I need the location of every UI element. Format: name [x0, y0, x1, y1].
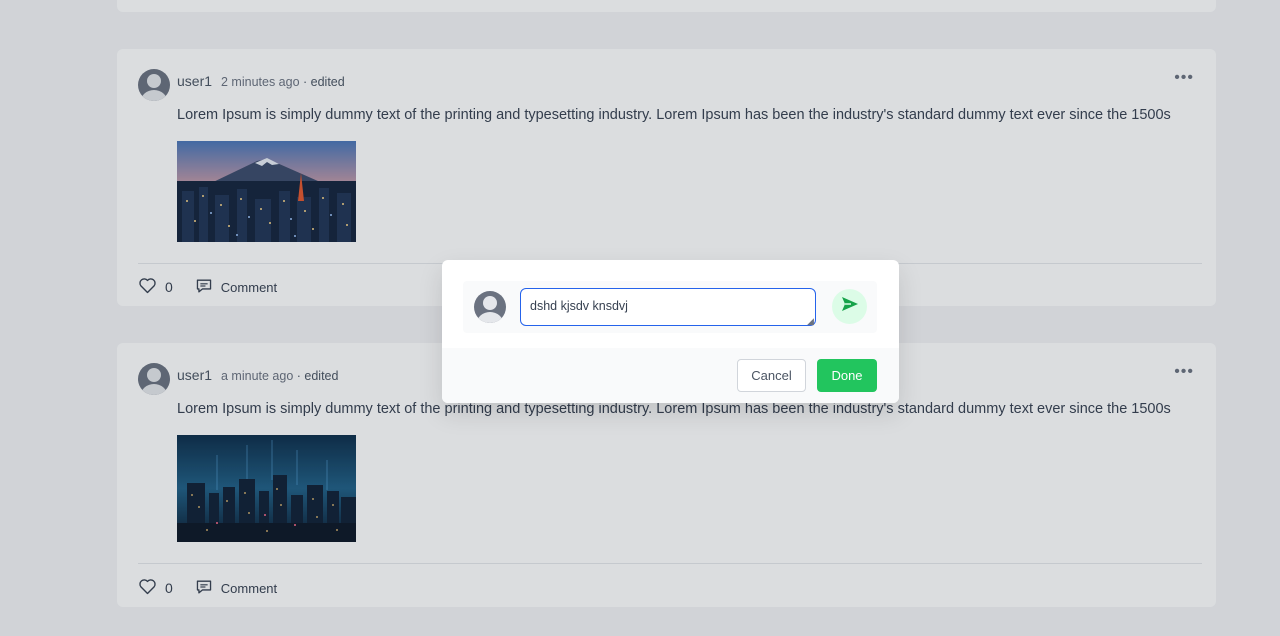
comment-input-row: ◢ — [463, 281, 877, 333]
resize-handle-icon[interactable]: ◢ — [807, 316, 814, 327]
send-button[interactable] — [832, 289, 867, 324]
modal-footer: Cancel Done — [442, 348, 899, 403]
comment-modal: ◢ Cancel Done — [442, 260, 899, 403]
done-button[interactable]: Done — [817, 359, 877, 392]
comment-input[interactable] — [520, 288, 816, 326]
send-icon — [841, 296, 859, 317]
user-avatar-icon — [474, 291, 506, 323]
cancel-button[interactable]: Cancel — [737, 359, 806, 392]
